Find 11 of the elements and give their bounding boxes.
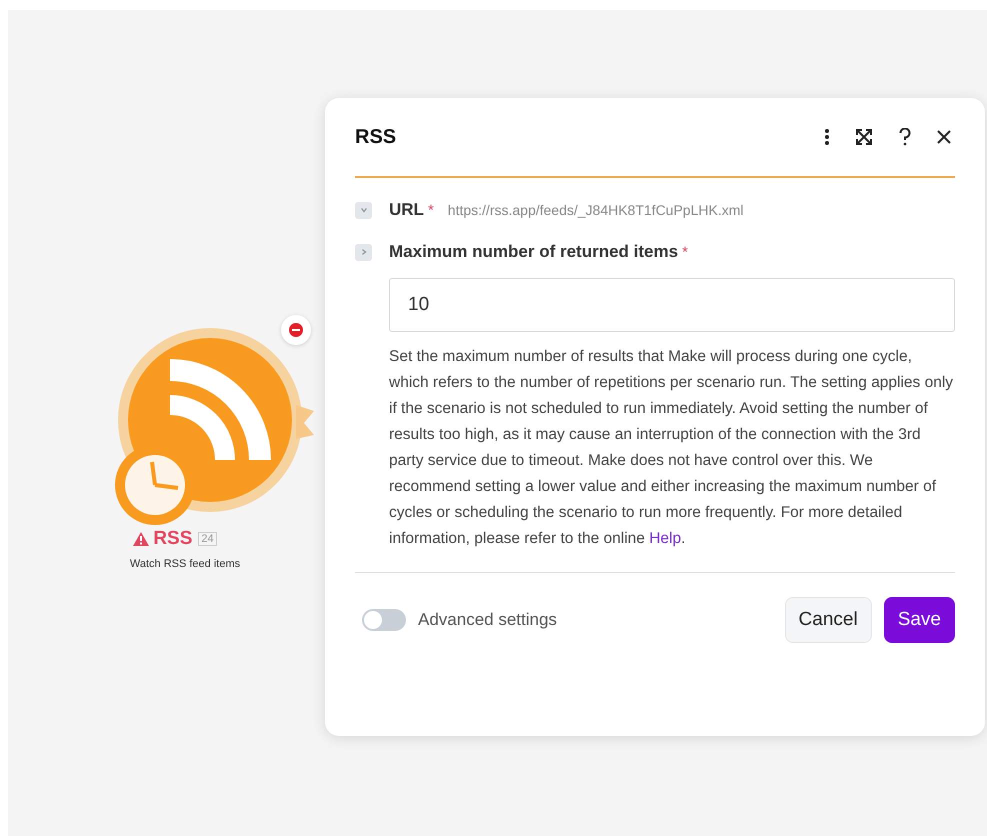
operation-count: 24 [198,532,217,546]
dialog-title: RSS [355,126,396,148]
advanced-settings-label: Advanced settings [418,610,557,630]
required-mark: * [682,244,688,260]
help-text: Set the maximum number of results that Make will process during one cycle, which refers to the number of repetitions per scenario run. The setting applies only if the scenario is not scheduled to run immediately. Avoid setting the number of results too high, as it may cause an interruption of the connection with the 3rd party service due to timeout. Make does not have control over this. We recommend setting a lower value and either increasing the maximum number of cycles or scheduling the scenario to run more frequently. For more detailed information, please refer to the online Help. [389,347,954,549]
field-label: Maximum number of returned items [389,242,678,262]
module-title: RSS [153,528,192,550]
module-subtitle: Watch RSS feed items [128,558,242,570]
url-value: https://rss.app/feeds/_J84HK8T1fCuPpLHK.xml [448,202,744,218]
field-label: URL [389,200,424,220]
required-mark: * [428,202,434,218]
